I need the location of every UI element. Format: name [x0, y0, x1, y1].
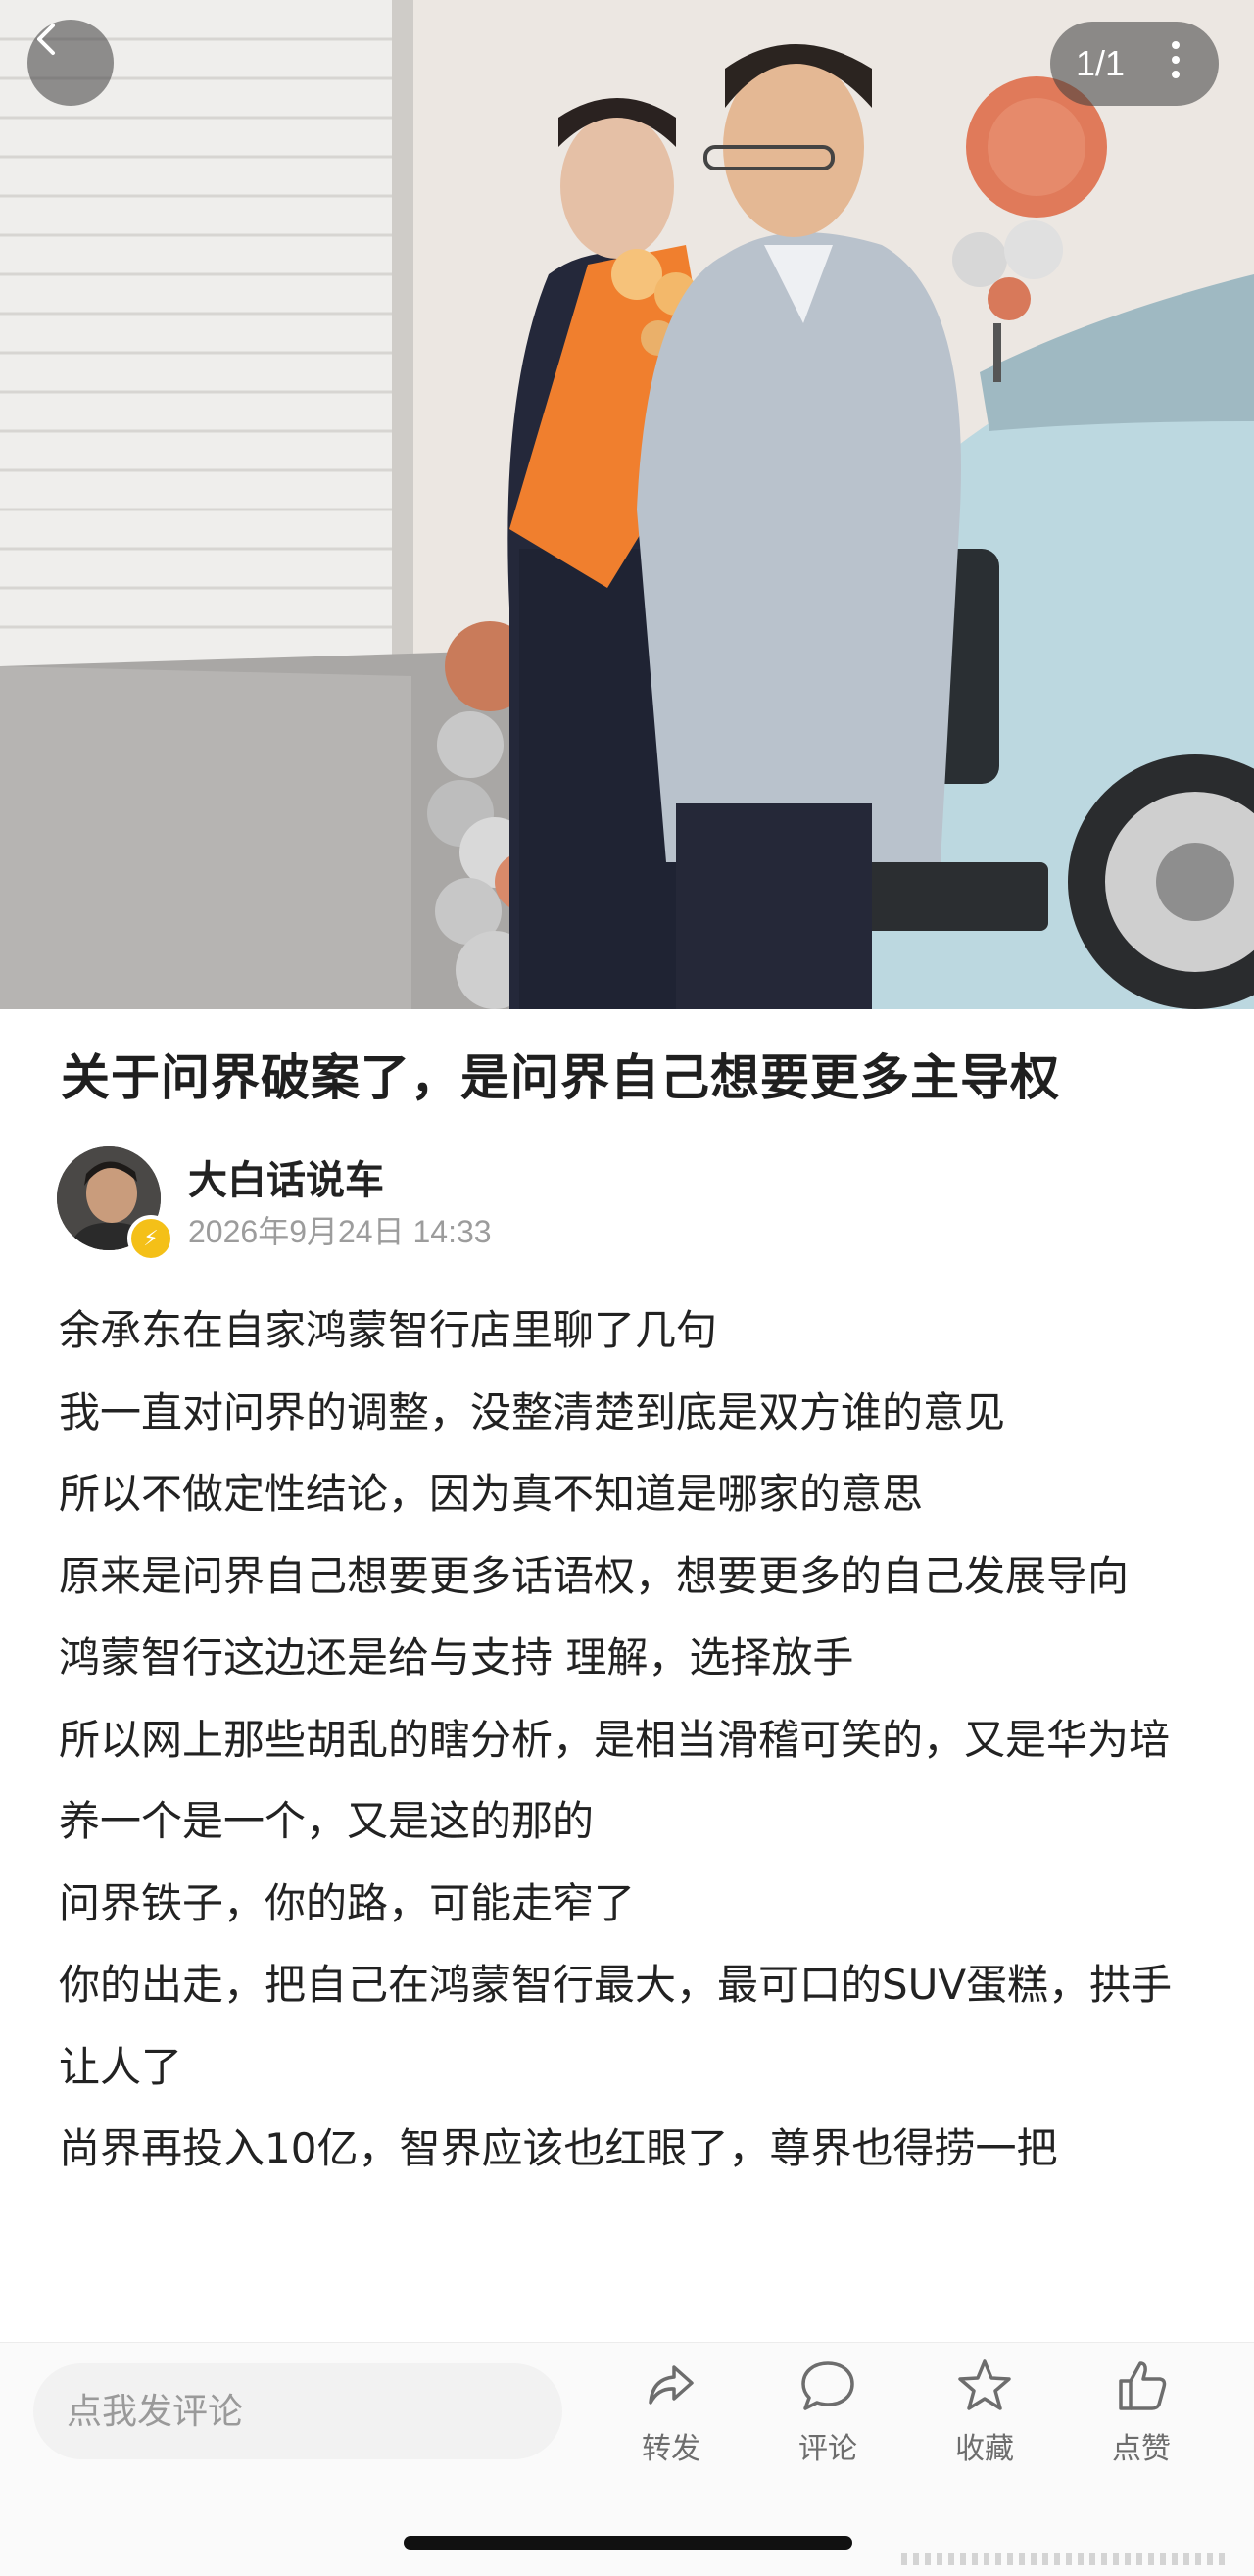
chevron-left-icon	[37, 24, 55, 55]
home-indicator[interactable]	[404, 2536, 852, 2550]
article-title: 关于问界破案了，是问界自己想要更多主导权	[61, 1049, 1060, 1106]
favorite-label: 收藏	[955, 2432, 1014, 2466]
comment-label: 评论	[798, 2432, 857, 2466]
watermark-decoration	[901, 2553, 1225, 2565]
paragraph: 我一直对问界的调整，没整清楚到底是双方谁的意见	[59, 1387, 1006, 1436]
image-counter-text: 1/1	[1076, 43, 1126, 83]
more-options-button[interactable]	[1154, 41, 1197, 86]
more-dot-icon	[1172, 71, 1180, 78]
comment-button[interactable]: 评论	[764, 2356, 892, 2473]
author-name[interactable]: 大白话说车	[188, 1148, 384, 1205]
star-icon	[958, 2359, 1011, 2410]
favorite-button[interactable]: 收藏	[921, 2356, 1048, 2473]
paragraph: 问界铁子，你的路，可能走窄了	[59, 1878, 636, 1927]
paragraph: 余承东在自家鸿蒙智行店里聊了几句	[59, 1306, 718, 1354]
share-button[interactable]: 转发	[607, 2356, 735, 2473]
photo-illustration	[0, 0, 1254, 1009]
paragraph: 所以网上那些胡乱的瞎分析，是相当滑稽可笑的，又是华为培养一个是一个，又是这的那的	[59, 1715, 1171, 1846]
paragraph: 所以不做定性结论，因为真不知道是哪家的意思	[59, 1470, 924, 1518]
image-counter: 1/1	[1050, 22, 1219, 106]
article-body: 余承东在自家鸿蒙智行店里聊了几句 我一直对问界的调整，没整清楚到底是双方谁的意见…	[59, 1289, 1205, 2190]
verified-badge-icon: ⚡	[127, 1215, 174, 1262]
like-label: 点赞	[1112, 2432, 1171, 2466]
share-label: 转发	[642, 2432, 700, 2466]
paragraph: 鸿蒙智行这边还是给与支持 理解，选择放手	[59, 1633, 854, 1681]
share-icon	[649, 2365, 694, 2405]
paragraph: 尚界再投入10亿，智界应该也红眼了，尊界也得捞一把	[59, 2124, 1058, 2172]
article-photo[interactable]: 1/1	[0, 0, 1254, 1009]
paragraph: 你的出走，把自己在鸿蒙智行最大，最可口的SUV蛋糕，拱手让人了	[59, 1961, 1173, 2091]
comment-input[interactable]	[33, 2363, 562, 2459]
paragraph: 原来是问界自己想要更多话语权，想要更多的自己发展导向	[59, 1551, 1130, 1600]
back-button[interactable]	[27, 20, 114, 106]
more-dot-icon	[1172, 41, 1180, 49]
comment-icon	[801, 2361, 854, 2410]
more-dot-icon	[1172, 56, 1180, 64]
post-date: 2026年9月24日 14:33	[188, 1214, 492, 1249]
thumbs-up-icon	[1119, 2361, 1167, 2410]
like-button[interactable]: 点赞	[1078, 2356, 1205, 2473]
